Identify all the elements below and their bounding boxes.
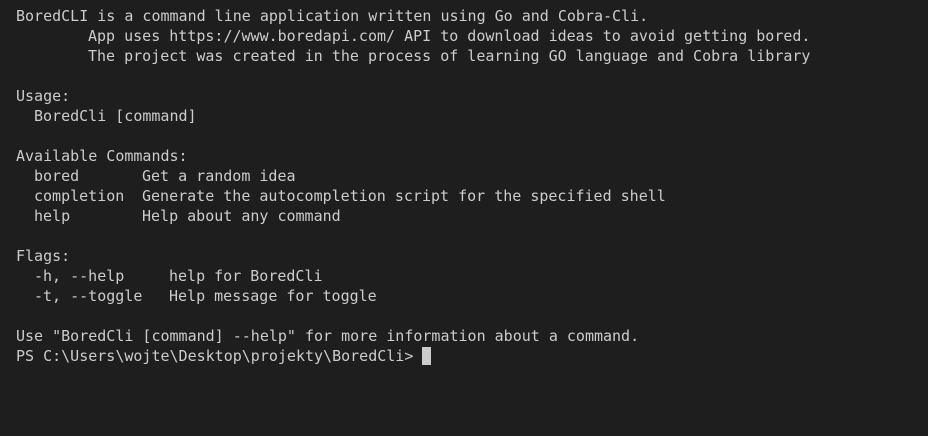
flags-header: Flags: [16, 247, 71, 265]
flag-name: -t, --toggle [34, 287, 143, 305]
flag-description: help for BoredCli [169, 267, 323, 285]
command-name: completion [34, 187, 125, 205]
command-name: help [34, 207, 71, 225]
intro-line: App uses https://www.boredapi.com/ API t… [88, 27, 811, 45]
flag-row: -t, --toggle Help message for toggle [16, 286, 928, 306]
command-name: bored [34, 167, 80, 185]
command-description: Generate the autocompletion script for t… [142, 187, 666, 205]
command-row: bored Get a random idea [16, 166, 928, 186]
flag-name: -h, --help [34, 267, 125, 285]
usage-text: BoredCli [command] [34, 107, 197, 125]
command-row: help Help about any command [16, 206, 928, 226]
command-description: Get a random idea [142, 167, 296, 185]
shell-prompt: PS C:\Users\wojte\Desktop\projekty\Bored… [16, 347, 414, 365]
flag-row: -h, --help help for BoredCli [16, 266, 928, 286]
command-description: Help about any command [142, 207, 341, 225]
intro-line: The project was created in the process o… [88, 47, 811, 65]
commands-header: Available Commands: [16, 147, 188, 165]
flag-description: Help message for toggle [169, 287, 377, 305]
usage-header: Usage: [16, 87, 71, 105]
command-row: completion Generate the autocompletion sc… [16, 186, 928, 206]
help-hint: Use "BoredCli [command] --help" for more… [16, 327, 640, 345]
prompt-line[interactable]: PS C:\Users\wojte\Desktop\projekty\Bored… [16, 346, 928, 366]
text-cursor[interactable] [422, 347, 432, 365]
intro-line: BoredCLI is a command line application w… [16, 7, 649, 25]
terminal-panel[interactable]: BoredCLI is a command line application w… [0, 0, 928, 436]
